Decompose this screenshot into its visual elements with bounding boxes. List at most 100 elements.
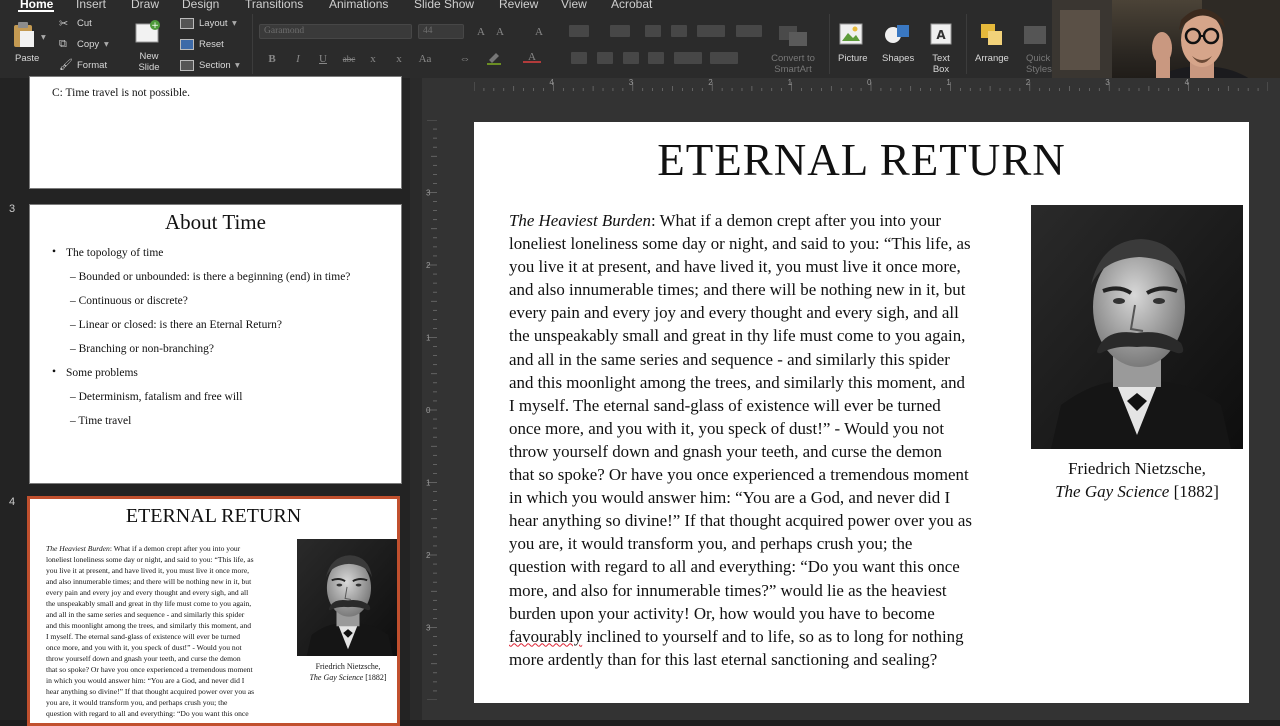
change-case-icon[interactable]: Aa <box>416 53 434 65</box>
new-slide-line2[interactable]: Slide <box>134 62 164 73</box>
thumbnail-body-line: once more, and you with it, you speck of… <box>46 642 294 653</box>
body-italic-title: The Heaviest Burden <box>509 211 651 230</box>
ruler-label: 3 <box>629 78 634 87</box>
picture-button[interactable]: Picture <box>838 53 868 64</box>
text-box-line1[interactable]: Text <box>926 53 956 64</box>
justify-icon[interactable] <box>648 52 664 64</box>
tab-draw[interactable]: Draw <box>131 0 159 11</box>
copy-button[interactable]: Copy <box>77 39 99 50</box>
align-left-icon[interactable] <box>571 52 587 64</box>
copy-dropdown-icon[interactable]: ▾ <box>104 39 109 50</box>
tab-animations[interactable]: Animations <box>329 0 388 11</box>
underline-icon[interactable]: U <box>314 53 332 65</box>
format-painter-button[interactable]: Format <box>77 60 107 71</box>
font-name-field[interactable]: Garamond <box>259 24 412 39</box>
thumbnail-sub-bullet: – Time travel <box>70 415 132 427</box>
body-line-text: once more, and you with it, you speck of… <box>509 418 945 438</box>
slide-title[interactable]: ETERNAL RETURN <box>474 134 1249 186</box>
ribbon-divider <box>252 14 253 74</box>
tab-review[interactable]: Review <box>499 0 538 11</box>
svg-text:A: A <box>936 28 946 42</box>
cut-button[interactable]: Cut <box>77 18 92 29</box>
body-line: more, and also for innumerable times?” w… <box>509 579 1029 602</box>
new-slide-line1[interactable]: New <box>134 51 164 62</box>
clear-format-icon[interactable]: A <box>530 26 548 38</box>
tab-transitions[interactable]: Transitions <box>245 0 303 11</box>
quick-styles-icon[interactable] <box>1022 22 1048 48</box>
tab-insert[interactable]: Insert <box>76 0 106 11</box>
align-center-icon[interactable] <box>597 52 613 64</box>
quick-styles-line2[interactable]: Styles <box>1026 64 1052 75</box>
paste-dropdown-icon[interactable]: ▾ <box>41 32 46 43</box>
decrease-indent-icon[interactable] <box>645 25 661 37</box>
thumbnail-sub-bullet: – Linear or closed: is there an Eternal … <box>70 319 283 331</box>
picture-icon[interactable] <box>839 22 863 46</box>
convert-smartart-line1[interactable]: Convert to <box>765 53 821 64</box>
ruler-label: 1 <box>426 334 431 343</box>
text-box-line2[interactable]: Box <box>926 64 956 75</box>
italic-icon[interactable]: I <box>289 53 307 65</box>
font-size-field[interactable]: 44 <box>418 24 464 39</box>
body-line: I myself. The eternal sand-glass of exis… <box>509 394 1029 417</box>
text-box-icon[interactable]: A <box>930 22 952 46</box>
shapes-icon[interactable] <box>884 22 912 46</box>
thumbnail-scrollbar[interactable] <box>410 78 422 720</box>
ruler-label: 4 <box>549 78 554 87</box>
columns-icon[interactable] <box>736 25 762 37</box>
tab-slide-show[interactable]: Slide Show <box>414 0 474 11</box>
slide-thumbnail-3[interactable]: About Time • The topology of time – Boun… <box>29 204 402 484</box>
line-spacing-icon[interactable] <box>697 25 725 37</box>
ruler-label: 3 <box>1105 78 1110 87</box>
slide-thumbnail-2[interactable]: C: Time travel is not possible. <box>29 76 402 189</box>
thumbnail-body-line: you live it at present, and have lived i… <box>46 565 294 576</box>
new-slide-icon[interactable]: + <box>134 20 160 48</box>
horizontal-ruler: 4 3 2 1 0 1 2 3 4 <box>474 78 1268 91</box>
reset-button[interactable]: Reset <box>199 39 224 50</box>
subscript-icon[interactable]: x <box>390 53 408 65</box>
thumbnail-body-line: you are, it would transform you, and per… <box>46 697 294 708</box>
shapes-button[interactable]: Shapes <box>882 53 914 64</box>
strikethrough-icon[interactable]: abc <box>340 53 358 65</box>
body-line: you live it at present, and have lived i… <box>509 255 1029 278</box>
align-text-icon[interactable] <box>710 52 738 64</box>
slide-thumbnail-4[interactable]: ETERNAL RETURN The Heaviest Burden: What… <box>27 496 400 726</box>
text-direction-icon[interactable] <box>674 52 702 64</box>
highlight-color-icon[interactable] <box>486 51 502 65</box>
character-spacing-icon[interactable]: ⇔ <box>456 53 474 65</box>
body-line: that so spoke? Or have you once experien… <box>509 463 1029 486</box>
numbering-icon[interactable] <box>610 25 630 37</box>
font-color-icon[interactable]: A <box>523 51 541 63</box>
slide-body-text[interactable]: The Heaviest Burden: What if a demon cre… <box>509 209 1029 671</box>
superscript-icon[interactable]: x <box>364 53 382 65</box>
thumbnail-text: C: Time travel is not possible. <box>52 87 191 99</box>
spellcheck-underlined-word[interactable]: favourably <box>509 627 582 646</box>
quick-styles-line1[interactable]: Quick <box>1026 53 1050 64</box>
thumbnail-body-text: The Heaviest Burden: What if a demon cre… <box>46 543 294 719</box>
portrait-caption[interactable]: Friedrich Nietzsche, The Gay Science [18… <box>1031 457 1243 503</box>
layout-dropdown-icon[interactable]: ▾ <box>232 18 237 29</box>
body-line: and this moonlight among the trees, and … <box>509 371 1029 394</box>
thumbnail-body-italic: The Heaviest Burden <box>46 544 110 553</box>
section-button[interactable]: Section <box>199 60 231 71</box>
smartart-icon[interactable] <box>779 24 809 48</box>
section-dropdown-icon[interactable]: ▾ <box>235 60 240 71</box>
paste-button[interactable]: Paste <box>15 53 39 64</box>
arrange-icon[interactable] <box>979 22 1005 48</box>
bold-icon[interactable]: B <box>263 53 281 65</box>
increase-indent-icon[interactable] <box>671 25 687 37</box>
body-line: question with regard to all and everythi… <box>509 555 1029 578</box>
thumbnail-title: ETERNAL RETURN <box>125 505 302 527</box>
bullets-icon[interactable] <box>569 25 589 37</box>
nietzsche-portrait[interactable] <box>1029 203 1245 451</box>
convert-smartart-line2[interactable]: SmartArt <box>765 64 821 75</box>
active-tab-indicator <box>18 10 54 12</box>
increase-font-icon[interactable]: A <box>472 26 490 38</box>
tab-design[interactable]: Design <box>182 0 219 11</box>
paste-icon[interactable] <box>11 20 37 50</box>
tab-acrobat[interactable]: Acrobat <box>611 0 652 11</box>
align-right-icon[interactable] <box>623 52 639 64</box>
layout-button[interactable]: Layout <box>199 18 228 29</box>
decrease-font-icon[interactable]: A <box>491 26 509 38</box>
tab-view[interactable]: View <box>561 0 587 11</box>
arrange-button[interactable]: Arrange <box>975 53 1009 64</box>
